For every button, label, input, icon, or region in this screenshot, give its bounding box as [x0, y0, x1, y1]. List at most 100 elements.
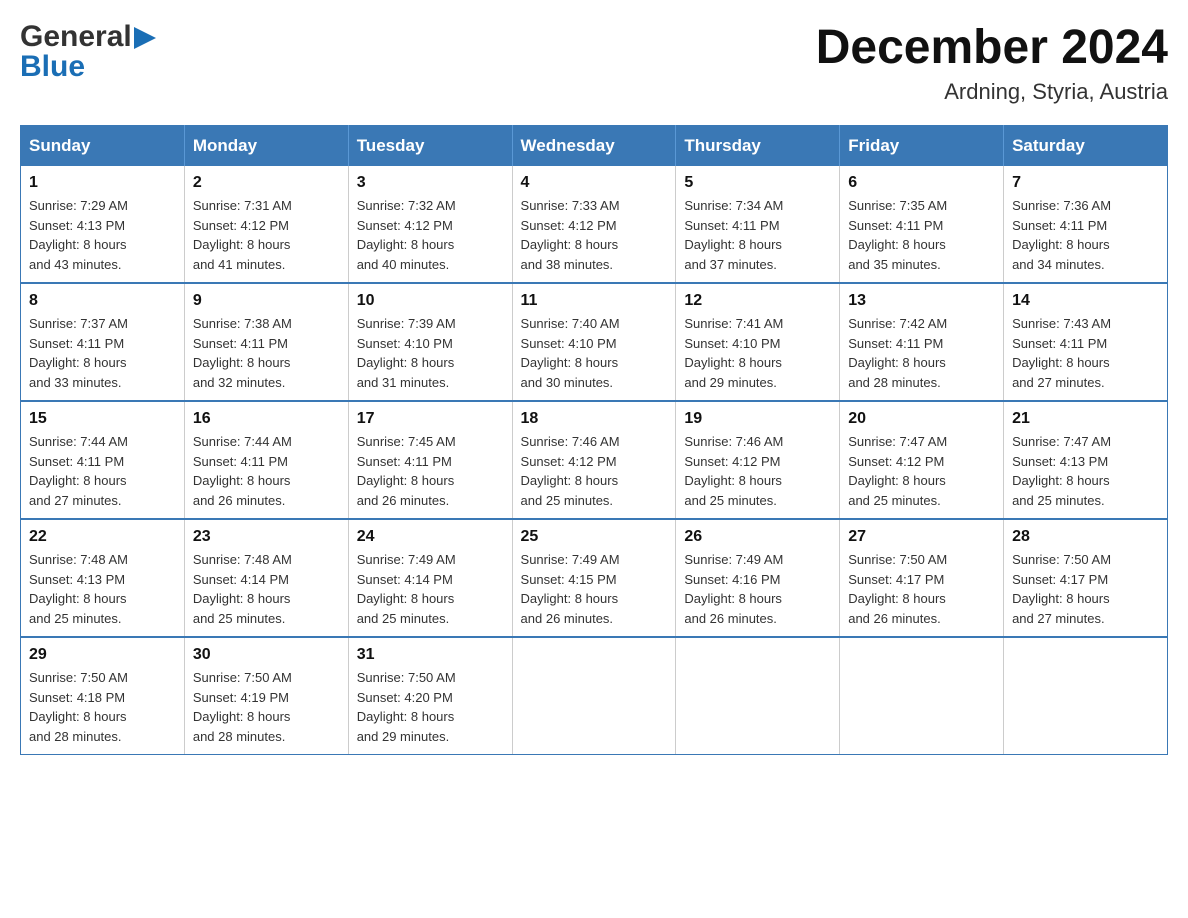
- calendar-cell: 14 Sunrise: 7:43 AM Sunset: 4:11 PM Dayl…: [1004, 283, 1168, 401]
- col-tuesday: Tuesday: [348, 126, 512, 167]
- day-info: Sunrise: 7:47 AM Sunset: 4:12 PM Dayligh…: [848, 432, 995, 510]
- calendar-week-row: 8 Sunrise: 7:37 AM Sunset: 4:11 PM Dayli…: [21, 283, 1168, 401]
- day-number: 16: [193, 410, 340, 428]
- day-number: 28: [1012, 528, 1159, 546]
- day-number: 25: [521, 528, 668, 546]
- day-info: Sunrise: 7:31 AM Sunset: 4:12 PM Dayligh…: [193, 196, 340, 274]
- day-info: Sunrise: 7:50 AM Sunset: 4:18 PM Dayligh…: [29, 668, 176, 746]
- day-number: 21: [1012, 410, 1159, 428]
- day-number: 12: [684, 292, 831, 310]
- calendar-cell: 4 Sunrise: 7:33 AM Sunset: 4:12 PM Dayli…: [512, 166, 676, 283]
- day-info: Sunrise: 7:49 AM Sunset: 4:14 PM Dayligh…: [357, 550, 504, 628]
- calendar-cell: 18 Sunrise: 7:46 AM Sunset: 4:12 PM Dayl…: [512, 401, 676, 519]
- calendar-week-row: 15 Sunrise: 7:44 AM Sunset: 4:11 PM Dayl…: [21, 401, 1168, 519]
- day-number: 14: [1012, 292, 1159, 310]
- day-info: Sunrise: 7:36 AM Sunset: 4:11 PM Dayligh…: [1012, 196, 1159, 274]
- day-info: Sunrise: 7:43 AM Sunset: 4:11 PM Dayligh…: [1012, 314, 1159, 392]
- day-number: 15: [29, 410, 176, 428]
- calendar-cell: 19 Sunrise: 7:46 AM Sunset: 4:12 PM Dayl…: [676, 401, 840, 519]
- month-title: December 2024: [816, 20, 1168, 75]
- day-info: Sunrise: 7:46 AM Sunset: 4:12 PM Dayligh…: [521, 432, 668, 510]
- day-number: 2: [193, 174, 340, 192]
- day-info: Sunrise: 7:49 AM Sunset: 4:15 PM Dayligh…: [521, 550, 668, 628]
- day-number: 5: [684, 174, 831, 192]
- day-number: 9: [193, 292, 340, 310]
- day-info: Sunrise: 7:32 AM Sunset: 4:12 PM Dayligh…: [357, 196, 504, 274]
- calendar-header-row: Sunday Monday Tuesday Wednesday Thursday…: [21, 126, 1168, 167]
- day-info: Sunrise: 7:50 AM Sunset: 4:20 PM Dayligh…: [357, 668, 504, 746]
- day-info: Sunrise: 7:37 AM Sunset: 4:11 PM Dayligh…: [29, 314, 176, 392]
- day-info: Sunrise: 7:47 AM Sunset: 4:13 PM Dayligh…: [1012, 432, 1159, 510]
- day-number: 27: [848, 528, 995, 546]
- day-number: 11: [521, 292, 668, 310]
- day-info: Sunrise: 7:41 AM Sunset: 4:10 PM Dayligh…: [684, 314, 831, 392]
- day-number: 24: [357, 528, 504, 546]
- col-monday: Monday: [184, 126, 348, 167]
- calendar-cell: [512, 637, 676, 755]
- calendar-cell: [1004, 637, 1168, 755]
- calendar-cell: 31 Sunrise: 7:50 AM Sunset: 4:20 PM Dayl…: [348, 637, 512, 755]
- calendar-cell: 26 Sunrise: 7:49 AM Sunset: 4:16 PM Dayl…: [676, 519, 840, 637]
- calendar-cell: 6 Sunrise: 7:35 AM Sunset: 4:11 PM Dayli…: [840, 166, 1004, 283]
- logo: General Blue: [20, 20, 156, 84]
- day-info: Sunrise: 7:45 AM Sunset: 4:11 PM Dayligh…: [357, 432, 504, 510]
- calendar-cell: 24 Sunrise: 7:49 AM Sunset: 4:14 PM Dayl…: [348, 519, 512, 637]
- day-info: Sunrise: 7:49 AM Sunset: 4:16 PM Dayligh…: [684, 550, 831, 628]
- day-number: 1: [29, 174, 176, 192]
- logo-text-general: General: [20, 20, 132, 54]
- col-thursday: Thursday: [676, 126, 840, 167]
- day-info: Sunrise: 7:48 AM Sunset: 4:14 PM Dayligh…: [193, 550, 340, 628]
- day-info: Sunrise: 7:50 AM Sunset: 4:19 PM Dayligh…: [193, 668, 340, 746]
- logo-arrow-icon: [134, 27, 156, 49]
- day-number: 4: [521, 174, 668, 192]
- day-info: Sunrise: 7:42 AM Sunset: 4:11 PM Dayligh…: [848, 314, 995, 392]
- day-number: 29: [29, 646, 176, 664]
- calendar-cell: 20 Sunrise: 7:47 AM Sunset: 4:12 PM Dayl…: [840, 401, 1004, 519]
- day-info: Sunrise: 7:48 AM Sunset: 4:13 PM Dayligh…: [29, 550, 176, 628]
- day-number: 17: [357, 410, 504, 428]
- calendar-cell: 30 Sunrise: 7:50 AM Sunset: 4:19 PM Dayl…: [184, 637, 348, 755]
- day-info: Sunrise: 7:35 AM Sunset: 4:11 PM Dayligh…: [848, 196, 995, 274]
- calendar-cell: 13 Sunrise: 7:42 AM Sunset: 4:11 PM Dayl…: [840, 283, 1004, 401]
- calendar-week-row: 29 Sunrise: 7:50 AM Sunset: 4:18 PM Dayl…: [21, 637, 1168, 755]
- col-sunday: Sunday: [21, 126, 185, 167]
- day-info: Sunrise: 7:33 AM Sunset: 4:12 PM Dayligh…: [521, 196, 668, 274]
- col-friday: Friday: [840, 126, 1004, 167]
- day-number: 10: [357, 292, 504, 310]
- calendar-cell: 17 Sunrise: 7:45 AM Sunset: 4:11 PM Dayl…: [348, 401, 512, 519]
- logo-text-blue: Blue: [20, 50, 85, 84]
- calendar-cell: 16 Sunrise: 7:44 AM Sunset: 4:11 PM Dayl…: [184, 401, 348, 519]
- day-info: Sunrise: 7:50 AM Sunset: 4:17 PM Dayligh…: [848, 550, 995, 628]
- calendar-cell: 25 Sunrise: 7:49 AM Sunset: 4:15 PM Dayl…: [512, 519, 676, 637]
- location-subtitle: Ardning, Styria, Austria: [816, 79, 1168, 105]
- day-number: 22: [29, 528, 176, 546]
- calendar-cell: [840, 637, 1004, 755]
- calendar-cell: 22 Sunrise: 7:48 AM Sunset: 4:13 PM Dayl…: [21, 519, 185, 637]
- calendar-table: Sunday Monday Tuesday Wednesday Thursday…: [20, 125, 1168, 755]
- calendar-cell: 21 Sunrise: 7:47 AM Sunset: 4:13 PM Dayl…: [1004, 401, 1168, 519]
- day-number: 7: [1012, 174, 1159, 192]
- day-number: 6: [848, 174, 995, 192]
- day-info: Sunrise: 7:38 AM Sunset: 4:11 PM Dayligh…: [193, 314, 340, 392]
- col-saturday: Saturday: [1004, 126, 1168, 167]
- day-number: 3: [357, 174, 504, 192]
- calendar-cell: 11 Sunrise: 7:40 AM Sunset: 4:10 PM Dayl…: [512, 283, 676, 401]
- calendar-week-row: 1 Sunrise: 7:29 AM Sunset: 4:13 PM Dayli…: [21, 166, 1168, 283]
- day-number: 18: [521, 410, 668, 428]
- calendar-cell: 8 Sunrise: 7:37 AM Sunset: 4:11 PM Dayli…: [21, 283, 185, 401]
- day-number: 19: [684, 410, 831, 428]
- day-info: Sunrise: 7:46 AM Sunset: 4:12 PM Dayligh…: [684, 432, 831, 510]
- calendar-cell: 29 Sunrise: 7:50 AM Sunset: 4:18 PM Dayl…: [21, 637, 185, 755]
- calendar-cell: 27 Sunrise: 7:50 AM Sunset: 4:17 PM Dayl…: [840, 519, 1004, 637]
- title-section: December 2024 Ardning, Styria, Austria: [816, 20, 1168, 105]
- calendar-cell: 7 Sunrise: 7:36 AM Sunset: 4:11 PM Dayli…: [1004, 166, 1168, 283]
- day-number: 13: [848, 292, 995, 310]
- day-info: Sunrise: 7:34 AM Sunset: 4:11 PM Dayligh…: [684, 196, 831, 274]
- calendar-cell: 1 Sunrise: 7:29 AM Sunset: 4:13 PM Dayli…: [21, 166, 185, 283]
- page-header: General Blue December 2024 Ardning, Styr…: [20, 20, 1168, 105]
- calendar-cell: 15 Sunrise: 7:44 AM Sunset: 4:11 PM Dayl…: [21, 401, 185, 519]
- day-info: Sunrise: 7:44 AM Sunset: 4:11 PM Dayligh…: [193, 432, 340, 510]
- day-info: Sunrise: 7:40 AM Sunset: 4:10 PM Dayligh…: [521, 314, 668, 392]
- calendar-cell: 12 Sunrise: 7:41 AM Sunset: 4:10 PM Dayl…: [676, 283, 840, 401]
- calendar-cell: 9 Sunrise: 7:38 AM Sunset: 4:11 PM Dayli…: [184, 283, 348, 401]
